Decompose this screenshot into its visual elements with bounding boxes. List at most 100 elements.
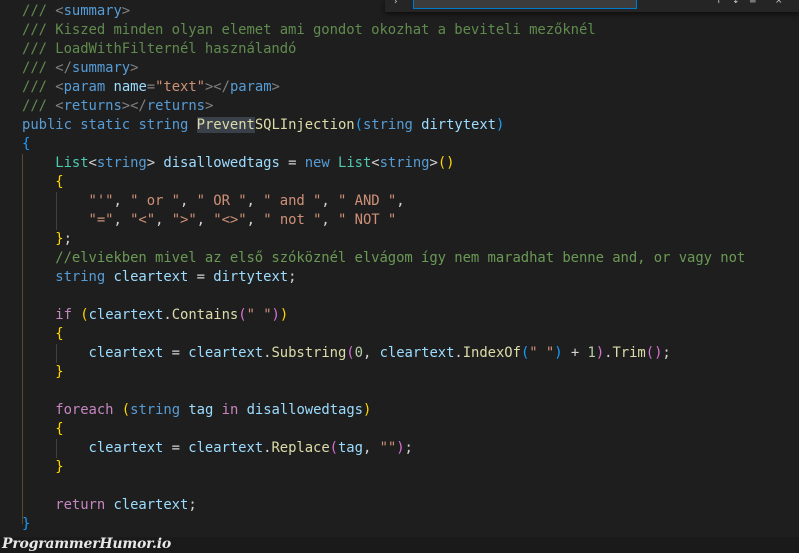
code-token: ) <box>362 402 372 418</box>
code-line[interactable]: cleartext = cleartext.Replace(tag, ""); <box>22 439 745 458</box>
code-line[interactable]: List<string> disallowedtags = new List<s… <box>22 154 745 173</box>
code-token: ( <box>354 117 363 133</box>
code-token: string <box>96 155 147 171</box>
code-token: summary <box>63 3 122 19</box>
code-token: , <box>196 212 214 228</box>
code-line[interactable]: foreach (string tag in disallowedtags) <box>22 401 745 420</box>
code-token: param <box>229 79 272 95</box>
code-token: , <box>246 193 264 209</box>
code-token: /// <box>22 98 56 114</box>
code-token: ) <box>279 307 289 323</box>
code-token: SQLInjection <box>254 117 355 133</box>
code-token: ) <box>396 440 405 456</box>
code-token: < <box>88 155 97 171</box>
code-token: > <box>146 155 164 171</box>
code-token: string <box>138 117 189 133</box>
code-line[interactable]: "=", "<", ">", "<>", " not ", " NOT " <box>22 211 745 230</box>
code-token: /// <box>22 60 56 76</box>
code-token: , <box>155 212 172 228</box>
code-token: () <box>645 345 663 361</box>
code-token: /// Kiszed minden olyan elemet ami gondo… <box>22 22 596 38</box>
code-token: ( <box>238 307 247 323</box>
code-line[interactable]: { <box>22 135 745 154</box>
code-token: " and " <box>263 193 322 209</box>
code-token: disallowedtags <box>163 155 280 171</box>
arrow-up-icon[interactable]: ↑ <box>715 0 723 6</box>
code-token: + <box>562 345 588 361</box>
code-line[interactable]: return cleartext; <box>22 496 745 515</box>
code-line[interactable] <box>22 287 745 306</box>
code-token: string <box>130 402 181 418</box>
code-token: } <box>55 459 64 475</box>
code-token: " AND " <box>338 193 397 209</box>
code-token: , <box>246 212 264 228</box>
code-line[interactable]: } <box>22 515 745 534</box>
code-line[interactable]: "'", " or ", " OR ", " and ", " AND ", <box>22 192 745 211</box>
code-token: cleartext <box>188 345 264 361</box>
code-token: ; <box>188 497 197 513</box>
code-token: , <box>321 193 339 209</box>
code-token: cleartext <box>88 345 164 361</box>
find-input[interactable] <box>413 0 637 9</box>
code-token: { <box>22 136 31 152</box>
code-token: dirtytext <box>213 269 289 285</box>
selection-icon[interactable]: ≡ <box>749 0 757 6</box>
code-line[interactable]: } <box>22 363 745 382</box>
code-token: > <box>130 60 139 76</box>
code-token: , <box>362 440 380 456</box>
code-line[interactable]: } <box>22 458 745 477</box>
code-line[interactable]: public static string PreventSQLInjection… <box>0 116 799 135</box>
code-line[interactable]: /// LoadWithFilternél használandó <box>22 40 745 59</box>
code-line[interactable]: { <box>22 325 745 344</box>
code-token: } <box>55 231 64 247</box>
code-token: > <box>204 98 214 114</box>
code-token: foreach <box>55 402 114 418</box>
code-line[interactable]: }; <box>22 230 745 249</box>
code-token: , <box>396 193 405 209</box>
code-token: ; <box>63 231 72 247</box>
code-token: ; <box>288 269 297 285</box>
code-line[interactable]: if (cleartext.Contains(" ")) <box>22 306 745 325</box>
close-icon[interactable]: × <box>775 0 783 6</box>
code-editor[interactable]: /// < summary > /// Kiszed minden olyan ele… <box>0 0 799 540</box>
code-token: () <box>437 155 455 171</box>
code-line[interactable]: { <box>22 173 745 192</box>
chevron-right-icon[interactable]: › <box>393 0 398 7</box>
code-token: " " <box>529 345 555 361</box>
code-line[interactable]: /// Kiszed minden olyan elemet ami gondo… <box>22 21 745 40</box>
code-token: in <box>221 402 239 418</box>
code-token: } <box>55 364 64 380</box>
code-line[interactable]: cleartext = cleartext. Substring(0, clear… <box>22 344 745 363</box>
code-token: cleartext <box>113 497 189 513</box>
code-token: /// <box>22 79 56 95</box>
code-token: ) <box>554 345 563 361</box>
code-token: = <box>146 79 156 95</box>
code-token: Substring <box>271 345 347 361</box>
code-line[interactable] <box>22 382 745 401</box>
code-line[interactable]: /// <param name="text"></param> <box>22 78 745 97</box>
code-lines[interactable]: /// < summary > /// Kiszed minden olyan ele… <box>0 2 799 534</box>
code-token: { <box>55 421 64 437</box>
code-line[interactable]: { <box>22 420 745 439</box>
code-line[interactable]: string cleartext = dirtytext; <box>22 268 745 287</box>
arrow-down-icon[interactable]: ↓ <box>732 0 740 6</box>
code-token: ( <box>80 307 89 323</box>
code-token: string <box>379 155 430 171</box>
code-token: { <box>55 326 64 342</box>
code-line[interactable] <box>22 477 745 496</box>
code-line[interactable]: /// </summary> <box>22 59 745 78</box>
code-token: . <box>454 345 463 361</box>
code-line[interactable]: //elviekben mivel az első szóköznél elvá… <box>22 249 745 268</box>
code-token: returns <box>63 98 122 114</box>
code-line[interactable]: /// <returns></returns> <box>22 97 745 116</box>
code-token: string <box>362 117 413 133</box>
